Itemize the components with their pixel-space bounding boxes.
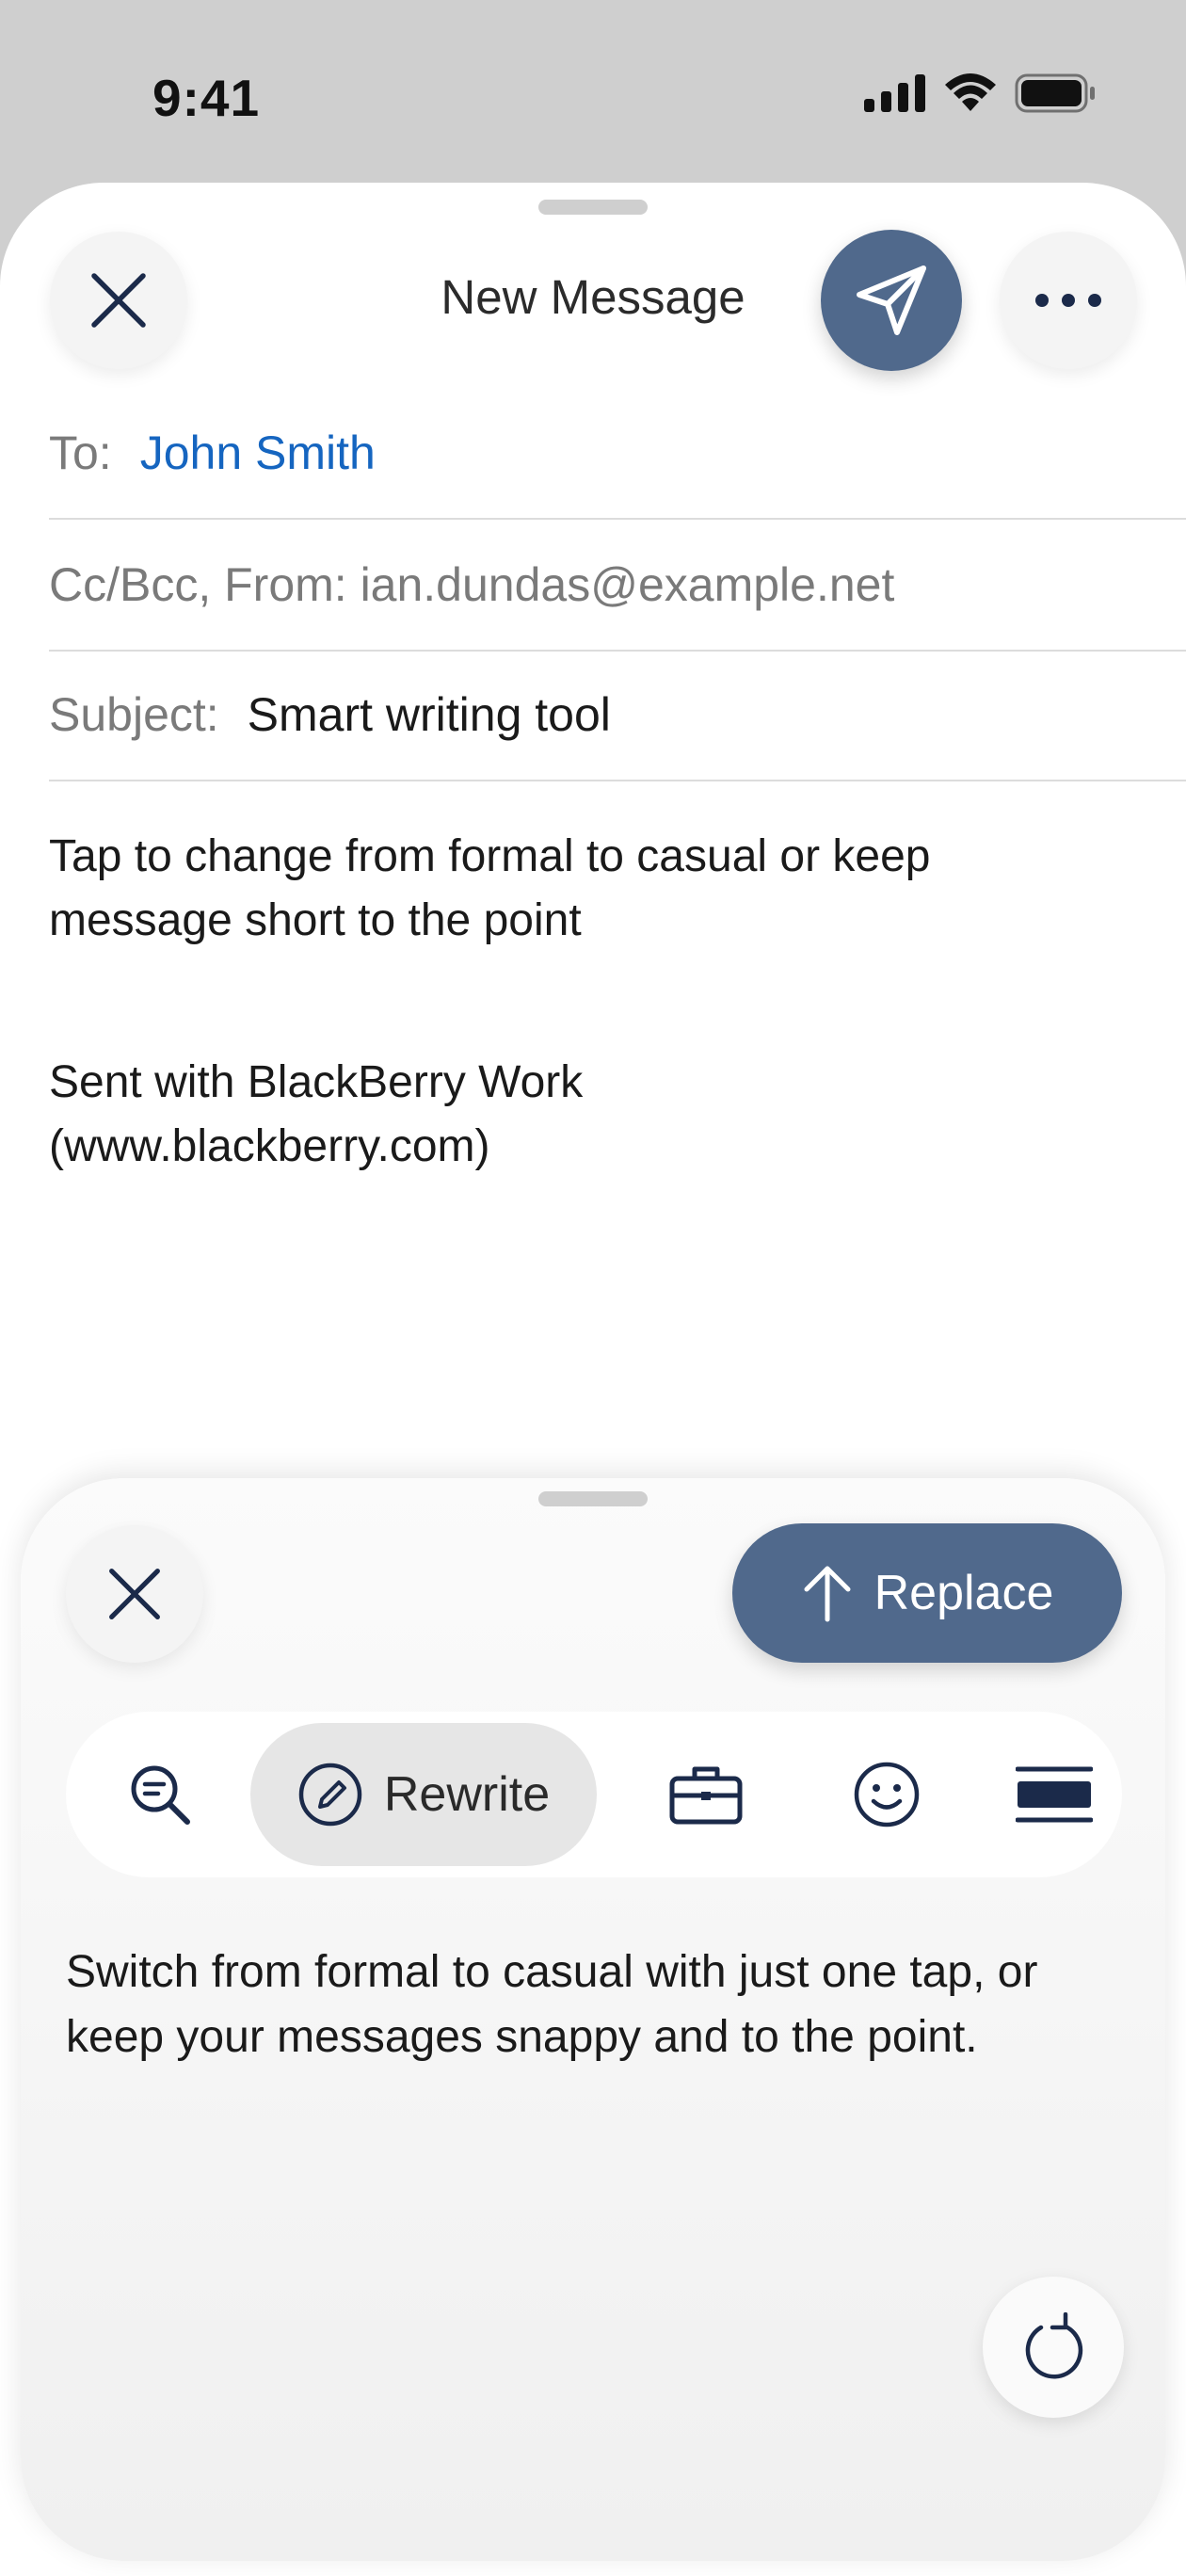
subject-field[interactable]: Subject: Smart writing tool bbox=[49, 650, 1186, 781]
send-icon bbox=[857, 266, 926, 335]
message-body-line: Tap to change from formal to casual or k… bbox=[49, 831, 931, 881]
rewrite-tab[interactable]: Rewrite bbox=[250, 1723, 597, 1866]
regenerate-button[interactable] bbox=[983, 2277, 1124, 2418]
rewrite-icon bbox=[298, 1763, 362, 1827]
refresh-icon bbox=[1025, 2312, 1083, 2379]
send-button[interactable] bbox=[821, 230, 962, 371]
friendly-tone-button[interactable] bbox=[830, 1712, 943, 1877]
close-icon bbox=[109, 1569, 160, 1619]
message-body-line: message short to the point bbox=[49, 895, 582, 945]
friendly-icon bbox=[854, 1762, 920, 1827]
signature-line: Sent with BlackBerry Work bbox=[49, 1057, 584, 1107]
subject-label: Subject: bbox=[49, 688, 219, 741]
concise-icon bbox=[1016, 1766, 1093, 1823]
more-icon bbox=[1035, 294, 1101, 307]
panel-grabber[interactable] bbox=[538, 1491, 648, 1506]
professional-tone-button[interactable] bbox=[649, 1712, 762, 1877]
cellular-signal-icon bbox=[864, 74, 925, 112]
more-button[interactable] bbox=[1000, 232, 1137, 369]
professional-icon bbox=[669, 1766, 743, 1825]
recipient-chip[interactable]: John Smith bbox=[140, 426, 376, 480]
concise-button[interactable] bbox=[998, 1712, 1111, 1877]
status-time: 9:41 bbox=[152, 69, 261, 127]
proofread-icon bbox=[131, 1765, 190, 1825]
signature: Sent with BlackBerry Work (www.blackberr… bbox=[49, 1051, 1141, 1179]
panel-close-button[interactable] bbox=[66, 1525, 203, 1663]
battery-icon bbox=[1015, 73, 1095, 113]
wifi-icon bbox=[945, 73, 996, 111]
cc-bcc-from-field[interactable]: Cc/Bcc, From: ian.dundas@example.net bbox=[49, 520, 1186, 652]
sheet-grabber[interactable] bbox=[538, 200, 648, 215]
signature-line: (www.blackberry.com) bbox=[49, 1121, 490, 1171]
message-body[interactable]: Tap to change from formal to casual or k… bbox=[49, 825, 1141, 953]
arrow-up-icon bbox=[804, 1566, 851, 1622]
status-icons bbox=[864, 73, 1096, 113]
to-label: To: bbox=[49, 427, 112, 479]
subject-input[interactable]: Smart writing tool bbox=[248, 687, 611, 742]
replace-button[interactable]: Replace bbox=[732, 1523, 1122, 1663]
proofread-button[interactable] bbox=[104, 1712, 216, 1877]
writing-tool-panel: Replace Rewrite Switch from formal to ca… bbox=[21, 1478, 1165, 2561]
cc-bcc-from-text: Cc/Bcc, From: ian.dundas@example.net bbox=[49, 558, 895, 611]
suggestion-text: Switch from formal to casual with just o… bbox=[66, 1947, 1038, 2062]
rewrite-label: Rewrite bbox=[383, 1767, 551, 1822]
writing-toolbar: Rewrite bbox=[66, 1712, 1122, 1877]
to-field[interactable]: To: John Smith bbox=[49, 388, 1186, 520]
replace-label: Replace bbox=[873, 1566, 1054, 1620]
